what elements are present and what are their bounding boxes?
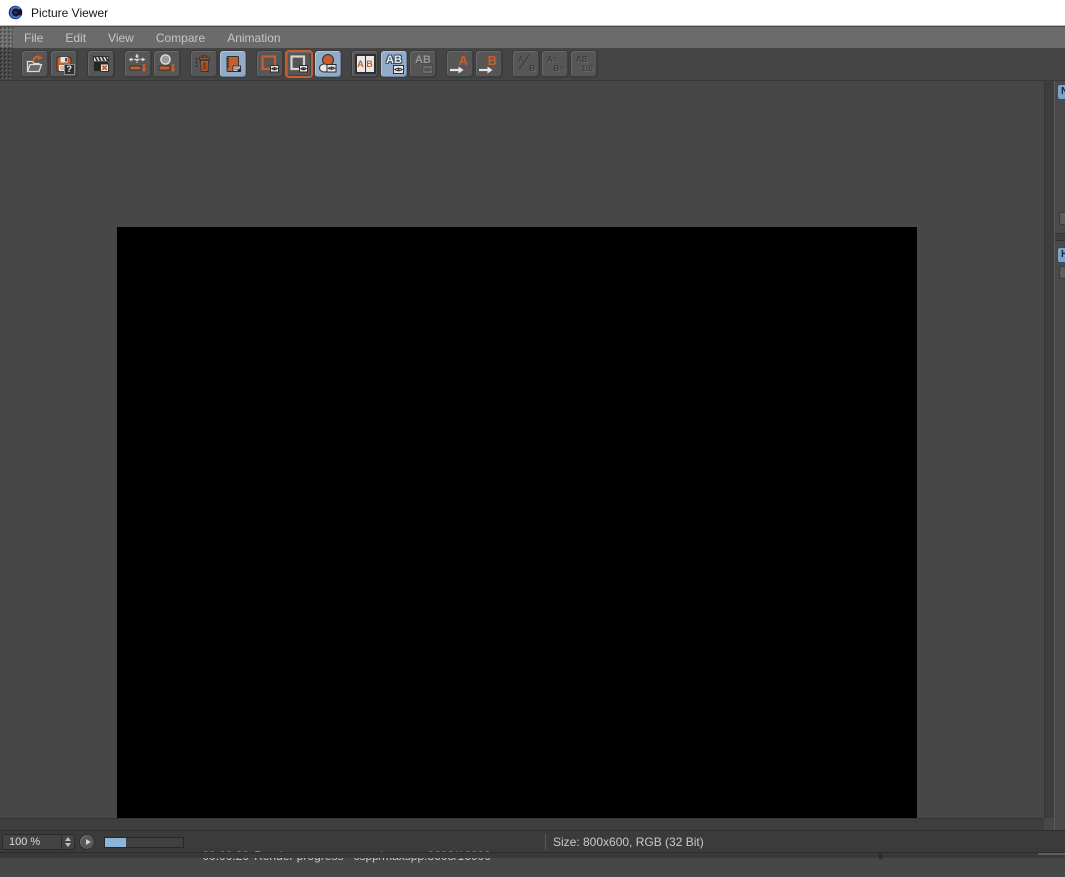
side-panel-chip[interactable] <box>1059 212 1065 225</box>
compare-ab-disabled-button: AB <box>409 50 437 78</box>
toolbar-group-compare: A B AB AB <box>351 50 438 78</box>
assign-top-glyph: A= <box>547 55 558 64</box>
delete-image-button[interactable] <box>190 50 218 78</box>
menu-view[interactable]: View <box>97 28 145 48</box>
open-button[interactable] <box>21 50 49 78</box>
toolbar-group-compare-tools: A B A= B= AB 1:0 <box>512 50 599 78</box>
tab-histogram[interactable]: H <box>1057 247 1065 263</box>
ab-panel-a-glyph: A <box>356 56 365 72</box>
toolbar-group-history <box>190 50 248 78</box>
bottom-strip-divider <box>879 853 882 859</box>
move-cross-down-icon <box>128 53 147 73</box>
ab-ratio-button: AB 1:0 <box>570 50 598 78</box>
ab-panels-icon: A B <box>354 54 376 74</box>
diagonal-divider-icon <box>518 54 530 70</box>
show-layers-view-button[interactable] <box>314 50 342 78</box>
bottom-edge-strip <box>0 852 1065 859</box>
compare-side-by-side-button[interactable]: A B <box>351 50 379 78</box>
trash-icon <box>195 55 210 72</box>
toolbar-grip-handle[interactable] <box>0 48 13 80</box>
spinner-up-icon <box>65 837 71 841</box>
assign-ab-button: A= B= <box>541 50 569 78</box>
single-frame-view-button[interactable] <box>256 50 284 78</box>
zoom-spinner[interactable] <box>61 835 74 849</box>
ratio-top-glyph: AB <box>576 55 588 64</box>
ratio-bottom-glyph: 1:0 <box>581 64 593 73</box>
toolbar-group-setab: A B <box>446 50 504 78</box>
render-image[interactable] <box>117 227 917 827</box>
eye-disabled-icon <box>422 65 433 74</box>
arrow-right-icon <box>479 66 493 74</box>
zoom-level-select[interactable]: 100 % <box>2 834 75 850</box>
vertical-scrollbar[interactable] <box>1044 81 1054 818</box>
play-button[interactable] <box>79 834 95 850</box>
horizontal-scrollbar[interactable] <box>0 818 1044 830</box>
render-progress-bar <box>104 837 184 848</box>
set-image-b-button[interactable]: B <box>475 50 503 78</box>
menu-bar: File Edit View Compare Animation <box>0 27 1065 48</box>
toolbar-group-navigation <box>124 50 182 78</box>
move-down-button[interactable] <box>124 50 152 78</box>
window-title: Picture Viewer <box>31 5 109 20</box>
window-titlebar[interactable]: Picture Viewer <box>0 0 1065 26</box>
render-progress-fill <box>105 838 127 847</box>
object-down-button[interactable] <box>153 50 181 78</box>
menu-file[interactable]: File <box>13 28 54 48</box>
arrow-right-icon <box>450 66 464 74</box>
ab-panel-b-glyph: B <box>365 56 374 72</box>
open-folder-icon <box>26 54 43 73</box>
frame-eye-orange-icon <box>261 55 279 73</box>
tab-navigation[interactable]: N <box>1057 84 1065 100</box>
swap-ab-button: A B <box>512 50 540 78</box>
toolbar-group-viewmode <box>256 50 343 78</box>
catalog-book-icon <box>226 56 241 72</box>
set-image-a-button[interactable]: A <box>446 50 474 78</box>
cinema4d-logo-icon[interactable] <box>8 5 23 20</box>
menubar-grip-handle[interactable] <box>0 27 13 48</box>
zoom-level-value: 100 % <box>9 836 41 848</box>
menu-compare[interactable]: Compare <box>145 28 216 48</box>
toolbar-group-preview <box>87 50 116 78</box>
bottom-strip-hairline <box>1038 853 1065 855</box>
eye-icon <box>393 65 404 74</box>
compare-ab-toggle-button[interactable]: AB <box>380 50 408 78</box>
toolbar: ? A B AB AB A B A B A= B= AB 1:0 <box>0 48 1065 81</box>
status-bar: 100 % 00:00:20Render progresscspp/maxspp… <box>0 830 1065 863</box>
clapperboard-icon <box>93 56 109 72</box>
menu-edit[interactable]: Edit <box>54 28 97 48</box>
full-frame-view-button[interactable] <box>285 50 313 78</box>
circle-down-icon <box>158 54 176 73</box>
side-panel-column: N H <box>1054 81 1065 830</box>
assign-bottom-glyph: B= <box>553 64 564 73</box>
circles-eye-icon <box>319 54 337 73</box>
menu-animation[interactable]: Animation <box>216 28 291 48</box>
play-icon <box>85 839 91 845</box>
side-panel-divider[interactable] <box>1055 233 1065 241</box>
save-question-glyph: ? <box>63 64 75 75</box>
viewer-canvas[interactable] <box>0 81 1044 827</box>
spinner-down-icon <box>65 843 71 847</box>
frame-eye-gray-icon <box>290 55 308 73</box>
toolbar-group-file: ? <box>21 50 79 78</box>
history-catalog-button[interactable] <box>219 50 247 78</box>
make-preview-button[interactable] <box>87 50 115 78</box>
image-size-info: Size: 800x600, RGB (32 Bit) <box>553 835 704 849</box>
side-panel-chip[interactable] <box>1059 266 1065 279</box>
status-divider <box>545 834 546 850</box>
save-button[interactable]: ? <box>50 50 78 78</box>
